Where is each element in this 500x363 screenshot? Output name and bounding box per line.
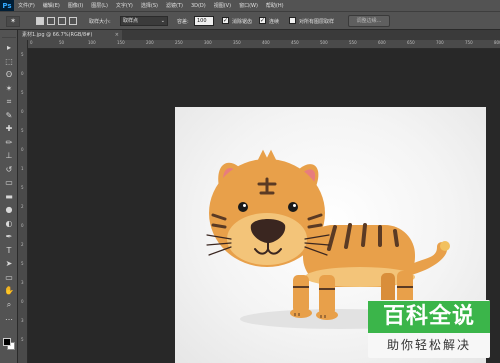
path-select-icon[interactable]: ➤ — [3, 258, 15, 269]
foreground-color-swatch[interactable] — [3, 338, 11, 346]
toolbox-grip[interactable] — [2, 32, 16, 38]
menu-window[interactable]: 窗口(W) — [235, 2, 262, 9]
ruler-tick-label: 450 — [291, 40, 299, 45]
ruler-tick-label: 750 — [465, 40, 473, 45]
zoom-icon[interactable]: ⌕ — [3, 299, 15, 310]
ruler-tick-label: 50 — [59, 40, 65, 45]
ruler-tick-label: 200 — [146, 40, 154, 45]
shape-icon[interactable]: ▭ — [3, 272, 15, 283]
crop-icon[interactable]: ⌗ — [3, 96, 15, 107]
healing-brush-icon[interactable]: ✚ — [3, 123, 15, 134]
menu-3d[interactable]: 3D(D) — [187, 3, 210, 9]
menu-filter[interactable]: 滤镜(T) — [162, 2, 187, 9]
dodge-icon[interactable]: ◐ — [3, 218, 15, 229]
eraser-icon[interactable]: ▭ — [3, 177, 15, 188]
menu-file[interactable]: 文件(F) — [14, 2, 39, 9]
menu-edit[interactable]: 编辑(E) — [39, 2, 64, 9]
horizontal-ruler[interactable]: 0 50 100 150 200 250 300 350 400 450 500 550 600 650 7… — [28, 40, 500, 49]
options-bar: ✶ 取样大小: 取样点 ⌄ 容差: 100 ✓ 消除锯齿 ✓ 连续 对所有图层取… — [0, 11, 500, 30]
menu-view[interactable]: 视图(V) — [210, 2, 235, 9]
clone-stamp-icon[interactable]: ⊥ — [3, 150, 15, 161]
ruler-tick-label: 5 — [21, 90, 24, 95]
more-tools-icon[interactable]: … — [3, 312, 15, 323]
ruler-tick-label: 700 — [436, 40, 444, 45]
document-tab[interactable]: 素材1.jpg @ 66.7%(RGB/8#) × — [18, 30, 122, 40]
ruler-tick-label: 2 — [21, 242, 24, 247]
ruler-tick-label: 500 — [320, 40, 328, 45]
ruler-tick-label: 5 — [21, 128, 24, 133]
antialias-label: 消除锯齿 — [232, 19, 253, 25]
ruler-tick-label: 800 — [494, 40, 500, 45]
antialias-checkbox[interactable]: ✓ — [222, 17, 229, 24]
type-icon[interactable]: T — [3, 245, 15, 256]
photoshop-logo[interactable]: Ps — [0, 0, 14, 11]
ruler-tick-label: 1 — [21, 166, 24, 171]
ruler-tick-label: 3 — [21, 318, 24, 323]
tolerance-input[interactable]: 100 — [194, 16, 214, 26]
tolerance-label: 容差: — [177, 19, 189, 25]
close-icon[interactable]: × — [115, 30, 119, 40]
contiguous-label: 连续 — [269, 19, 280, 25]
marquee-icon[interactable]: ⬚ — [3, 56, 15, 67]
ruler-tick-label: 350 — [233, 40, 241, 45]
new-selection-button[interactable] — [36, 17, 44, 25]
ruler-tick-label: 5 — [21, 337, 24, 342]
ruler-tick-label: 3 — [21, 280, 24, 285]
brush-icon[interactable]: ✏ — [3, 137, 15, 148]
add-to-selection-button[interactable] — [47, 17, 55, 25]
document-tab-bar: 素材1.jpg @ 66.7%(RGB/8#) × — [18, 30, 500, 40]
ruler-tick-label: 650 — [407, 40, 415, 45]
ruler-tick-label: 5 — [21, 52, 24, 57]
document-tab-title: 素材1.jpg @ 66.7%(RGB/8#) — [22, 32, 93, 38]
tool-preset-picker[interactable]: ✶ — [6, 16, 20, 27]
sample-all-layers-label: 对所有图层取样 — [299, 19, 335, 25]
ruler-tick-label: 300 — [204, 40, 212, 45]
sample-all-layers-checkbox[interactable] — [289, 17, 296, 24]
chevron-down-icon: ⌄ — [160, 18, 165, 24]
ruler-tick-label: 0 — [21, 109, 24, 114]
menu-bar: Ps 文件(F) 编辑(E) 图像(I) 图层(L) 文字(Y) 选择(S) 滤… — [0, 0, 500, 11]
vertical-ruler[interactable]: 5 0 5 0 5 0 1 5 2 0 2 5 3 0 3 5 — [18, 40, 28, 363]
watermark-subtitle: 助你轻松解决 — [386, 338, 471, 352]
menu-help[interactable]: 帮助(H) — [262, 2, 288, 9]
menu-select[interactable]: 选择(S) — [137, 2, 162, 9]
ruler-tick-label: 150 — [117, 40, 125, 45]
intersect-selection-button[interactable] — [69, 17, 77, 25]
lasso-icon[interactable]: ʘ — [3, 69, 15, 80]
ruler-tick-label: 0 — [21, 299, 24, 304]
ruler-tick-label: 0 — [21, 147, 24, 152]
refine-edge-button[interactable]: 调整边缘... — [348, 15, 390, 27]
ruler-tick-label: 2 — [21, 204, 24, 209]
watermark: 百科全说 助你轻松解决 — [368, 300, 490, 358]
magic-wand-icon[interactable]: ✶ — [3, 83, 15, 94]
move-icon[interactable]: ▸ — [3, 42, 15, 53]
menu-type[interactable]: 文字(Y) — [112, 2, 137, 9]
ruler-tick-label: 600 — [378, 40, 386, 45]
sample-size-value: 取样点 — [123, 18, 139, 24]
eyedropper-icon[interactable]: ✎ — [3, 110, 15, 121]
ruler-tick-label: 0 — [21, 223, 24, 228]
sample-size-select[interactable]: 取样点 ⌄ — [120, 16, 168, 26]
pen-icon[interactable]: ✒ — [3, 231, 15, 242]
blur-icon[interactable]: ● — [3, 204, 15, 215]
sample-size-label: 取样大小: — [89, 19, 111, 25]
ruler-tick-label: 100 — [88, 40, 96, 45]
menu-image[interactable]: 图像(I) — [64, 2, 87, 9]
ruler-tick-label: 250 — [175, 40, 183, 45]
menu-layer[interactable]: 图层(L) — [87, 2, 112, 9]
subtract-from-selection-button[interactable] — [58, 17, 66, 25]
history-brush-icon[interactable]: ↺ — [3, 164, 15, 175]
gradient-icon[interactable]: ▬ — [3, 191, 15, 202]
watermark-title: 百科全说 — [368, 301, 490, 333]
ruler-tick-label: 400 — [262, 40, 270, 45]
magic-wand-icon: ✶ — [10, 17, 16, 25]
toolbox: ▸ ⬚ ʘ ✶ ⌗ ✎ ✚ ✏ ⊥ ↺ ▭ ▬ ● ◐ ✒ T ➤ ▭ ✋ ⌕ … — [0, 30, 18, 363]
hand-icon[interactable]: ✋ — [3, 285, 15, 296]
contiguous-checkbox[interactable]: ✓ — [259, 17, 266, 24]
ruler-tick-label: 0 — [30, 40, 33, 45]
ruler-tick-label: 0 — [21, 71, 24, 76]
ruler-tick-label: 550 — [349, 40, 357, 45]
ruler-tick-label: 5 — [21, 185, 24, 190]
ruler-tick-label: 5 — [21, 261, 24, 266]
